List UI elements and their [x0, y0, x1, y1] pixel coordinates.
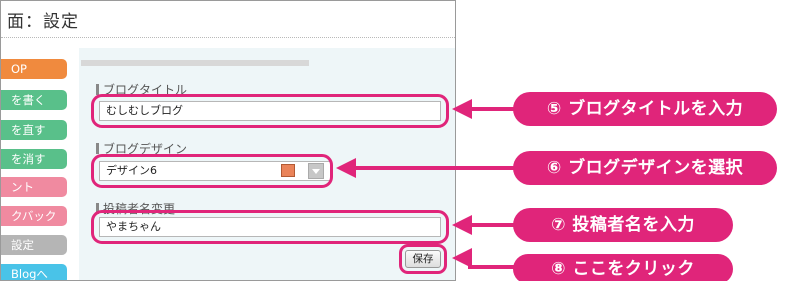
author-name-input[interactable]: やまちゃん	[99, 217, 441, 237]
blog-design-label: ブログデザイン	[96, 140, 187, 157]
author-name-label: 投稿者名変更	[96, 200, 175, 217]
sidebar-item-comment[interactable]: ント	[1, 177, 67, 197]
content-header-bar	[81, 60, 309, 66]
blog-design-select[interactable]: デザイン6	[99, 161, 331, 181]
callout-step-8: ⑧ ここをクリック	[513, 254, 733, 281]
sidebar-item-edit[interactable]: を直す	[1, 120, 67, 140]
callout-step-6: ⑥ ブログデザインを選択	[513, 151, 777, 185]
sidebar-item-top[interactable]: OP	[1, 59, 67, 79]
sidebar-item-to-blog[interactable]: Blogへ	[1, 264, 67, 280]
blog-title-input[interactable]: むしむしブログ	[99, 101, 441, 121]
chevron-down-icon[interactable]	[308, 163, 324, 179]
design-color-swatch	[281, 164, 295, 177]
callout-step-5: ⑤ ブログタイトルを入力	[513, 92, 777, 126]
callout-step-7: ⑦ 投稿者名を入力	[513, 208, 733, 242]
sidebar-item-delete[interactable]: を消す	[1, 149, 67, 169]
blog-title-label: ブログタイトル	[96, 81, 187, 98]
sidebar-item-write[interactable]: を書く	[1, 90, 67, 110]
title-divider	[1, 37, 455, 38]
sidebar-item-trackback[interactable]: クバック	[1, 206, 67, 226]
settings-screenshot: 面：設定 OP を書く を直す を消す ント クバック 設定 Blogへ ブログ…	[0, 0, 456, 281]
save-button[interactable]: 保存	[405, 250, 441, 268]
sidebar-item-settings[interactable]: 設定	[1, 235, 67, 255]
page-title: 面：設定	[7, 12, 79, 32]
